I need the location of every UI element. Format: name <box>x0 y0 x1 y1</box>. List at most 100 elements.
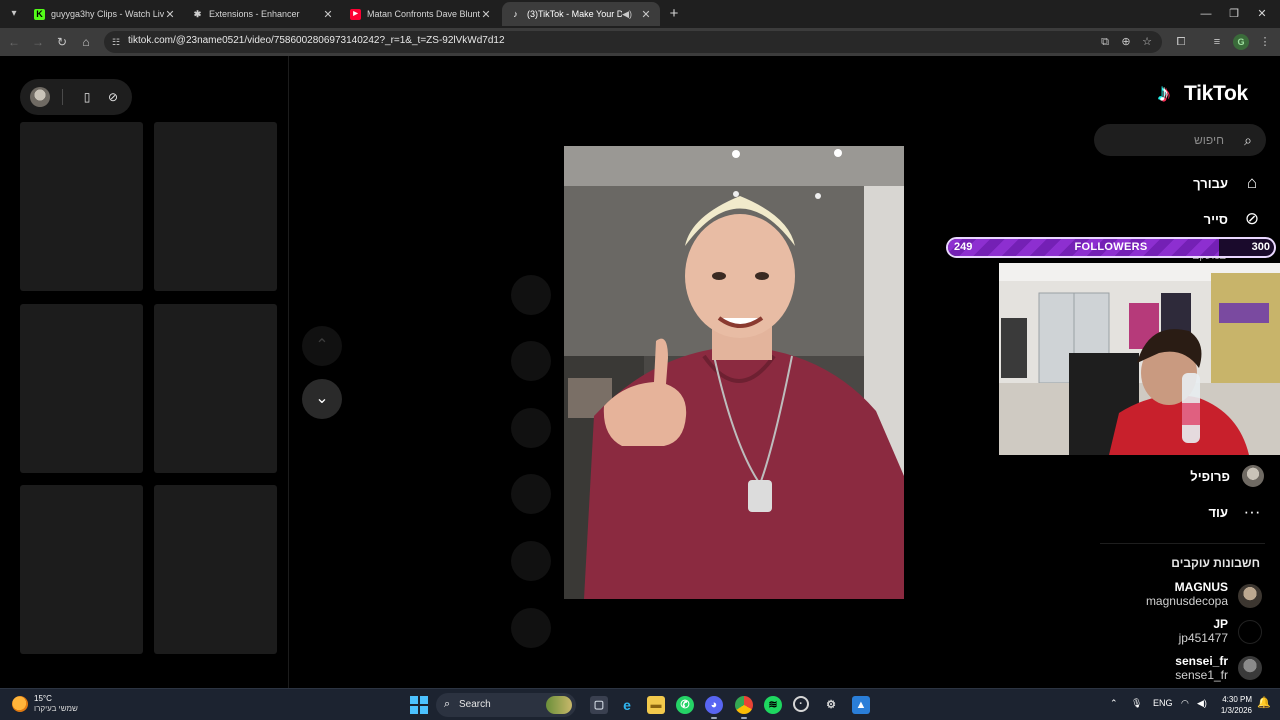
nav-label: עוד <box>1208 504 1228 520</box>
windows-taskbar: 15°C שמשי בעיקרו ⌕ Search ▢ e ▬ ✆ ◕ ≋ · … <box>0 688 1280 720</box>
video-frame-image <box>564 146 904 599</box>
menu-kebab-icon[interactable]: ⋮ <box>1256 33 1274 51</box>
video-thumbnail[interactable] <box>20 485 143 654</box>
media-controls-icon[interactable]: ≡ <box>1208 33 1226 51</box>
task-view-icon[interactable]: ▢ <box>590 696 608 714</box>
search-icon[interactable]: ⌕ <box>1238 130 1258 150</box>
chrome-icon[interactable] <box>735 696 753 714</box>
action-button-placeholder[interactable] <box>511 408 551 448</box>
close-window-icon[interactable]: ✕ <box>1252 4 1272 24</box>
following-accounts-title: חשבונות עוקבים <box>1171 556 1260 570</box>
speaker-icon[interactable]: ◀) <box>622 9 632 20</box>
more-dots-icon: ··· <box>1243 502 1261 521</box>
url-text[interactable]: tiktok.com/@23name0521/video/75860028069… <box>128 35 505 46</box>
whatsapp-icon[interactable]: ✆ <box>676 696 694 714</box>
restore-icon[interactable]: ❐ <box>1224 4 1244 24</box>
tiktok-logo[interactable]: ♪ TikTok <box>1158 79 1248 109</box>
account-name: MAGNUS <box>1174 580 1228 594</box>
video-thumbnail[interactable] <box>154 485 277 654</box>
minimize-icon[interactable]: — <box>1196 4 1216 24</box>
video-thumbnail[interactable] <box>154 122 277 291</box>
close-tab-icon[interactable]: ✕ <box>164 8 176 21</box>
following-account[interactable]: JP jp451477 <box>1179 617 1228 645</box>
video-thumbnail[interactable] <box>20 122 143 291</box>
webcam-image <box>999 263 1280 455</box>
taskbar-search-box[interactable]: ⌕ Search <box>436 693 576 717</box>
weather-widget[interactable]: 15°C שמשי בעיקרו <box>12 694 78 714</box>
close-tab-icon[interactable]: ✕ <box>640 8 652 21</box>
tab-extensions[interactable]: ✱ Extensions - Enhancer ✕ <box>184 2 342 26</box>
search-input[interactable]: חיפוש ⌕ <box>1094 124 1266 156</box>
nav-explore[interactable]: סייר ⊘ <box>1204 206 1264 232</box>
back-icon[interactable]: ← <box>4 32 24 52</box>
close-tab-icon[interactable]: ✕ <box>480 8 492 21</box>
site-settings-icon[interactable]: ☷ <box>110 36 122 48</box>
bookmark-star-icon[interactable]: ☆ <box>1138 33 1156 51</box>
tiktok-page: ▯ ⊘ ⌃ ⌄ ♪ TikTok חיפוש ⌕ עבורך ⌂ סייר ⊘ … <box>0 56 1280 688</box>
previous-video-button[interactable]: ⌃ <box>302 326 342 366</box>
account-username: jp451477 <box>1178 631 1228 645</box>
video-thumbnail[interactable] <box>154 304 277 473</box>
microphone-icon[interactable]: 🎙 <box>1131 698 1142 709</box>
photos-icon[interactable]: ▲ <box>852 696 870 714</box>
windows-start-button[interactable] <box>410 696 428 714</box>
discord-icon[interactable]: ◕ <box>705 696 723 714</box>
tiktok-note-icon: ♪ <box>1158 80 1170 107</box>
action-button-placeholder[interactable] <box>511 341 551 381</box>
action-button-placeholder[interactable] <box>511 541 551 581</box>
address-bar[interactable]: ☷ tiktok.com/@23name0521/video/758600280… <box>104 31 1162 53</box>
account-name: JP <box>1213 617 1228 631</box>
account-name: sensei_fr <box>1175 654 1228 668</box>
tab-youtube-video[interactable]: ▶ Matan Confronts Dave Blunts A ✕ <box>342 2 500 26</box>
close-tab-icon[interactable]: ✕ <box>322 8 334 21</box>
reload-icon[interactable]: ↻ <box>52 32 72 52</box>
action-button-placeholder[interactable] <box>511 608 551 648</box>
youtube-icon: ▶ <box>350 8 361 20</box>
compass-icon[interactable]: ⊘ <box>104 88 122 106</box>
nav-profile[interactable]: פרופיל <box>1190 463 1264 489</box>
action-button-placeholder[interactable] <box>511 275 551 315</box>
search-placeholder: חיפוש <box>1194 133 1224 147</box>
nav-for-you[interactable]: עבורך ⌂ <box>1193 170 1264 196</box>
wifi-icon[interactable]: ◠ <box>1181 698 1189 709</box>
tab-kick-clips[interactable]: K guyyga3hy Clips - Watch Live o ✕ <box>26 2 184 26</box>
sun-icon <box>12 696 28 712</box>
tray-overflow-icon[interactable]: ⌃ <box>1110 698 1118 709</box>
notification-bell-icon[interactable]: 🔔 <box>1257 696 1271 709</box>
steam-icon[interactable]: ⚙ <box>822 696 840 714</box>
video-thumbnail[interactable] <box>20 304 143 473</box>
account-avatar[interactable] <box>1238 584 1262 608</box>
tab-title: (3)TikTok - Make Your Day <box>527 9 623 19</box>
account-avatar[interactable] <box>1238 620 1262 644</box>
account-username: magnusdecopa <box>1145 594 1228 608</box>
phone-icon[interactable]: ▯ <box>78 88 96 106</box>
volume-icon[interactable]: ◀) <box>1197 698 1207 709</box>
following-account[interactable]: sensei_fr sense1_fr <box>1175 654 1228 682</box>
system-clock[interactable]: 4:30 PM 1/3/2026 <box>1220 694 1252 716</box>
language-indicator[interactable]: ENG <box>1153 698 1173 708</box>
profile-avatar[interactable]: G <box>1233 34 1249 50</box>
action-button-placeholder[interactable] <box>511 474 551 514</box>
forward-icon[interactable]: → <box>28 32 48 52</box>
obs-icon[interactable]: · <box>793 696 809 712</box>
nav-more[interactable]: עוד ··· <box>1208 499 1264 525</box>
install-app-icon[interactable]: ⧉ <box>1096 33 1114 51</box>
file-explorer-icon[interactable]: ▬ <box>647 696 665 714</box>
extensions-icon[interactable]: ⧠ <box>1172 33 1190 51</box>
next-video-button[interactable]: ⌄ <box>302 379 342 419</box>
tab-search-button[interactable]: ▾ <box>4 4 24 24</box>
taskbar-search-label: Search <box>459 699 491 710</box>
search-highlight-image <box>546 696 572 714</box>
home-icon[interactable]: ⌂ <box>76 32 96 52</box>
new-tab-button[interactable]: + <box>664 4 684 24</box>
account-avatar[interactable] <box>1238 656 1262 680</box>
tab-tiktok[interactable]: ♪ (3)TikTok - Make Your Day ◀) ✕ <box>502 2 660 26</box>
clock-date: 1/3/2026 <box>1220 706 1252 715</box>
nav-label: סייר <box>1203 211 1228 227</box>
video-player[interactable] <box>564 146 904 599</box>
following-account[interactable]: MAGNUS magnusdecopa <box>1146 580 1228 608</box>
creator-avatar[interactable] <box>30 87 50 107</box>
zoom-icon[interactable]: ⊕ <box>1117 33 1135 51</box>
spotify-icon[interactable]: ≋ <box>764 696 782 714</box>
edge-icon[interactable]: e <box>618 696 636 714</box>
